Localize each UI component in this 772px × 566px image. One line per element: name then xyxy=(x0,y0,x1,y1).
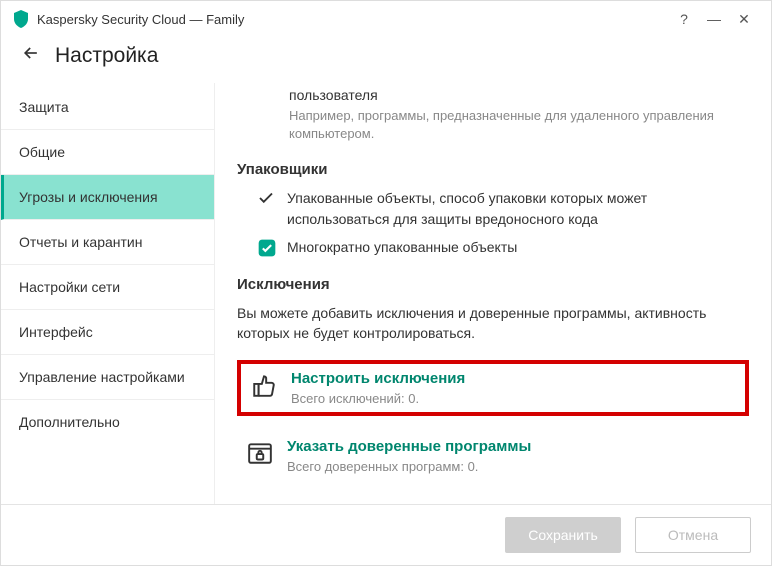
sidebar-item-label: Дополнительно xyxy=(19,414,120,430)
trusted-programs-count: Всего доверенных программ: 0. xyxy=(287,459,531,474)
sidebar-item-reports-quarantine[interactable]: Отчеты и карантин xyxy=(1,220,214,265)
exclusions-desc: Вы можете добавить исключения и доверенн… xyxy=(237,303,749,344)
save-button-label: Сохранить xyxy=(528,527,598,543)
close-button[interactable]: ✕ xyxy=(729,11,759,28)
packer2-label: Многократно упакованные объекты xyxy=(287,237,517,257)
sidebar-item-interface[interactable]: Интерфейс xyxy=(1,310,214,355)
packers-section-title: Упаковщики xyxy=(237,161,749,178)
footer: Сохранить Отмена xyxy=(1,504,771,565)
checkmark-icon xyxy=(257,189,277,209)
app-logo-icon xyxy=(13,10,29,28)
sidebar-item-general[interactable]: Общие xyxy=(1,130,214,175)
sidebar-item-protection[interactable]: Защита xyxy=(1,85,214,130)
sidebar-item-label: Общие xyxy=(19,144,65,160)
trusted-programs-row[interactable]: Указать доверенные программы Всего довер… xyxy=(237,432,749,480)
sidebar-item-threats-exclusions[interactable]: Угрозы и исключения xyxy=(1,175,214,220)
sidebar-item-label: Настройки сети xyxy=(19,279,120,295)
cancel-button[interactable]: Отмена xyxy=(635,517,751,553)
titlebar: Kaspersky Security Cloud — Family ? — ✕ xyxy=(1,1,771,37)
configure-exclusions-row[interactable]: Настроить исключения Всего исключений: 0… xyxy=(237,360,749,416)
app-title: Kaspersky Security Cloud — Family xyxy=(37,12,244,27)
sidebar-item-label: Угрозы и исключения xyxy=(19,189,158,205)
packer-row-2[interactable]: Многократно упакованные объекты xyxy=(257,237,749,258)
sidebar-item-additional[interactable]: Дополнительно xyxy=(1,400,214,444)
exclusions-section-title: Исключения xyxy=(237,276,749,293)
packer1-label: Упакованные объекты, способ упаковки кот… xyxy=(287,188,749,229)
content-pane: пользователя Например, программы, предна… xyxy=(215,83,771,504)
sidebar-item-label: Интерфейс xyxy=(19,324,93,340)
configure-exclusions-link[interactable]: Настроить исключения xyxy=(291,370,465,387)
save-button[interactable]: Сохранить xyxy=(505,517,621,553)
page-title: Настройка xyxy=(55,44,158,68)
minimize-button[interactable]: — xyxy=(699,11,729,27)
user-hint: Например, программы, предназначенные для… xyxy=(289,107,749,143)
back-button[interactable] xyxy=(21,43,49,69)
help-button[interactable]: ? xyxy=(669,11,699,27)
sidebar: Защита Общие Угрозы и исключения Отчеты … xyxy=(1,83,215,504)
user-label: пользователя xyxy=(289,87,749,103)
sidebar-item-manage-settings[interactable]: Управление настройками xyxy=(1,355,214,400)
cancel-button-label: Отмена xyxy=(668,527,718,543)
window-lock-icon xyxy=(247,440,273,466)
checkbox-checked-icon xyxy=(257,238,277,258)
thumbs-up-icon xyxy=(251,372,277,398)
header: Настройка xyxy=(1,37,771,83)
sidebar-item-network[interactable]: Настройки сети xyxy=(1,265,214,310)
sidebar-item-label: Отчеты и карантин xyxy=(19,234,142,250)
sidebar-item-label: Управление настройками xyxy=(19,369,185,385)
sidebar-item-label: Защита xyxy=(19,99,69,115)
trusted-programs-link[interactable]: Указать доверенные программы xyxy=(287,438,531,455)
packer-row-1[interactable]: Упакованные объекты, способ упаковки кот… xyxy=(257,188,749,229)
configure-exclusions-count: Всего исключений: 0. xyxy=(291,391,465,406)
